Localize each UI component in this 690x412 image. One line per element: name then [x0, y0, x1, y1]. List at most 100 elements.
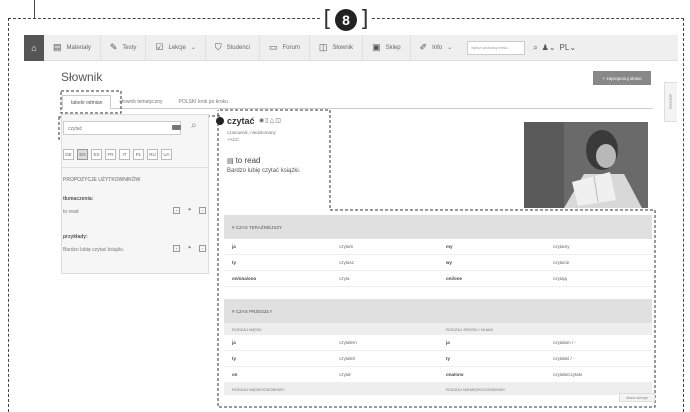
- pronoun: ty: [232, 356, 237, 361]
- flag-icon[interactable]: ⚑: [186, 245, 193, 252]
- entry-translation: ▤ to read: [227, 156, 260, 165]
- annotation-frame-left: [8, 18, 9, 412]
- lang-en[interactable]: EN: [77, 149, 88, 160]
- annotation-frame-right: [683, 18, 684, 412]
- past-tense-header: # CZAS PRZESZŁY: [224, 299, 652, 323]
- user-proposals-heading: PROPOZYCJE UŻYTKOWNIKÓW: [63, 177, 141, 183]
- entry-case: +ACC: [227, 137, 240, 142]
- nav-label: Testy: [122, 44, 137, 51]
- remove-icon[interactable]: −: [199, 245, 206, 252]
- tab-conjugation-tables[interactable]: tabele odmian: [62, 95, 112, 109]
- connector-dot: [216, 117, 224, 125]
- page-title: Słownik: [61, 70, 103, 84]
- gender-label: RODZAJ MĘSKOOSOBOWY: [232, 386, 285, 392]
- verb-form: czytał: [339, 372, 351, 377]
- book-icon: ▤: [227, 158, 236, 165]
- nav-label: Info: [432, 44, 443, 51]
- tab-polish-step-by-step[interactable]: POLSKI krok po kroku: [171, 95, 236, 109]
- search-icon[interactable]: ⌕: [533, 43, 537, 53]
- flag-icon[interactable]: ⚑: [186, 207, 193, 214]
- lang-fr[interactable]: FR: [105, 149, 116, 160]
- top-navigation: ⌂ ▤ Materiały ✎ Testy ☑ Lekcje ⌄ ⛉ Studenci ▭…: [24, 34, 678, 61]
- table-row: ja czytałem ja czytałam / -: [224, 335, 652, 351]
- add-icon[interactable]: +: [173, 245, 180, 252]
- nav-label: Studenci: [226, 44, 250, 51]
- example-actions: + ⚑ −: [173, 245, 206, 252]
- gender-subheader: RODZAJ MĘSKI RODZAJ ŻEŃSKI / NIJAKI: [224, 323, 652, 335]
- shop-icon: ▣: [372, 42, 381, 52]
- divider: [61, 167, 209, 168]
- gender-label: RODZAJ MĘSKI: [232, 326, 262, 332]
- chevron-down-icon: ⌄: [447, 45, 453, 51]
- nav-label: Lekcje: [168, 44, 186, 51]
- remove-icon[interactable]: −: [199, 207, 206, 214]
- nav-item-shop[interactable]: ▣ Sklep: [363, 34, 411, 61]
- examples-label: przykłady:: [63, 234, 88, 240]
- present-tense-header: # CZAS TERAŹNIEJSZY: [224, 215, 652, 239]
- nav-item-materials[interactable]: ▤ Materiały: [44, 34, 101, 61]
- lang-it[interactable]: IT: [119, 149, 130, 160]
- entry-example: Bardzo lubię czytać książki.: [227, 168, 301, 174]
- table-row: on czytał ona/ono czytała/czytało: [224, 367, 652, 383]
- verb-form: czytamy: [553, 244, 570, 249]
- search-input[interactable]: czytać: [63, 121, 181, 135]
- entry-icons: ◉▯△◫: [259, 117, 282, 124]
- nav-item-tests[interactable]: ✎ Testy: [101, 34, 147, 61]
- callout-leader-line: [34, 0, 35, 18]
- pronoun: ja: [446, 340, 450, 345]
- language-select[interactable]: PL⌄: [560, 43, 577, 52]
- verb-form: czytasz: [339, 260, 355, 265]
- table-row: ty czytałeś ty czytałaś / -: [224, 351, 652, 367]
- edit-icon: ☑: [155, 42, 164, 52]
- table-row: ja czytam my czytamy: [224, 239, 652, 255]
- search-icon[interactable]: ⌕: [191, 120, 197, 131]
- translation-value: to read: [63, 209, 79, 215]
- nav-item-lessons[interactable]: ☑ Lekcje ⌄: [146, 34, 206, 61]
- lang-es[interactable]: ES: [91, 149, 102, 160]
- bracket-left: [: [323, 6, 332, 32]
- book-icon: ▤: [53, 42, 62, 52]
- book-icon[interactable]: ◫: [275, 118, 282, 124]
- lang-pl[interactable]: PL: [133, 149, 144, 160]
- lang-ua[interactable]: UA: [161, 149, 172, 160]
- favorites-tab[interactable]: ulubione: [664, 82, 677, 122]
- language-label: PL: [559, 43, 570, 52]
- pronoun: my: [446, 244, 453, 249]
- lang-de[interactable]: DE: [63, 149, 74, 160]
- entry-illustration: [524, 122, 648, 208]
- table-row: ty czytasz wy czytacie: [224, 255, 652, 271]
- pronoun: on/ona/ono: [232, 276, 257, 281]
- add-icon[interactable]: +: [173, 207, 180, 214]
- nav-item-info[interactable]: ✐ Info ⌄: [411, 35, 462, 61]
- keyboard-icon[interactable]: [172, 125, 181, 130]
- home-icon[interactable]: ⌂: [24, 34, 44, 61]
- entry-translation-text: to read: [235, 156, 261, 165]
- chevron-down-icon: ⌄: [190, 45, 196, 51]
- nav-search-input[interactable]: wpisz szukaną treść...: [467, 40, 526, 55]
- reading-person-image: [524, 122, 648, 208]
- chat-icon: ▭: [269, 42, 278, 52]
- gender-subheader: RODZAJ MĘSKOOSOBOWY RODZAJ NIEMĘSKOOSOBO…: [224, 383, 652, 395]
- verb-form: czytałem: [339, 340, 357, 345]
- user-icon[interactable]: ♟⌄: [542, 43, 556, 52]
- callout-number: 8: [335, 8, 357, 31]
- pronoun: wy: [446, 260, 453, 265]
- nav-item-forum[interactable]: ▭ Forum: [260, 34, 310, 61]
- tab-thematic-dictionary[interactable]: słownik tematyczny: [111, 95, 170, 109]
- pronoun: ja: [232, 244, 236, 249]
- pronoun: ja: [232, 340, 236, 345]
- translations-label: tłumaczenia:: [63, 196, 94, 202]
- verb-form: czytałaś / -: [553, 356, 575, 361]
- dictionary-icon: ◫: [318, 42, 328, 52]
- nav-item-dictionary[interactable]: ◫ Słownik: [310, 34, 364, 61]
- nav-right: ⌕ ♟⌄ PL⌄: [533, 43, 576, 53]
- entry-grammar: czasownik, niedokonany: [227, 130, 276, 135]
- lang-ru[interactable]: RU: [147, 149, 158, 160]
- pencil-icon: ✎: [109, 42, 118, 52]
- old-version-button[interactable]: stara wersja: [619, 393, 655, 402]
- propose-word-button[interactable]: + zaproponuj słowo: [593, 71, 651, 85]
- nav-item-students[interactable]: ⛉ Studenci: [206, 34, 260, 61]
- pen-icon: ✐: [419, 42, 428, 52]
- pronoun: oni/one: [446, 276, 462, 281]
